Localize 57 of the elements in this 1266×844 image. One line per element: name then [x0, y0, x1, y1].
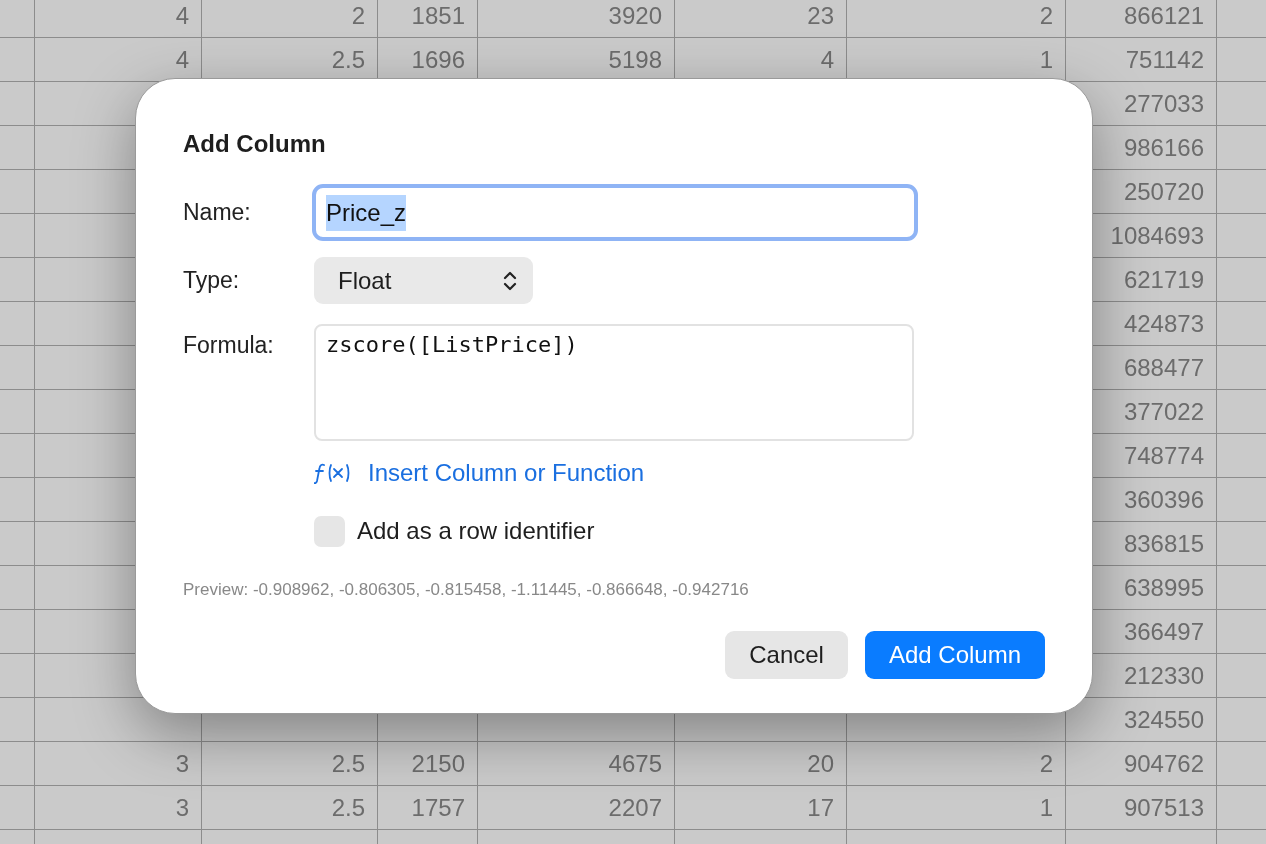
- table-cell-text: 904762: [1123, 748, 1205, 779]
- table-cell-text: 2.5: [331, 748, 366, 779]
- preview-text: Preview: -0.908962, -0.806305, -0.815458, -1.11445, -0.866648, -0.942716: [183, 579, 750, 601]
- table-cell-text: 2.5: [331, 44, 366, 75]
- table-cell-text: 2: [1039, 748, 1054, 779]
- table-cell-text: 4: [175, 44, 190, 75]
- table-cell-text: 1851: [411, 0, 466, 31]
- table-cell-text: 377022: [1123, 396, 1205, 427]
- table-cell-text: 3: [175, 748, 190, 779]
- table-cell-text: 1: [1039, 44, 1054, 75]
- table-cell-text: 688477: [1123, 352, 1205, 383]
- table-cell-text: 212330: [1123, 660, 1205, 691]
- table-cell-text: 748774: [1123, 440, 1205, 471]
- insert-column-link[interactable]: Insert Column or Function: [368, 455, 645, 491]
- row-identifier-checkbox[interactable]: [314, 515, 345, 547]
- table-cell-text: 23: [807, 0, 835, 31]
- table-cell-text: 5198: [608, 44, 663, 75]
- table-cell-text: 4675: [608, 748, 663, 779]
- table-cell-text: 2: [1039, 0, 1054, 31]
- type-dropdown[interactable]: Float: [314, 257, 533, 304]
- name-field[interactable]: Price_z: [312, 184, 918, 241]
- table-cell-text: 2207: [608, 792, 663, 823]
- table-cell-text: 20: [807, 748, 835, 779]
- table-cell-text: 1: [1039, 792, 1054, 823]
- table-cell-text: 1084693: [1110, 220, 1205, 251]
- table-cell-text: 751142: [1125, 44, 1205, 75]
- table-cell-text: 366497: [1123, 616, 1205, 647]
- table-cell-text: 3: [175, 792, 190, 823]
- table-cell-text: 2: [351, 0, 366, 31]
- table-cell-text: 250720: [1123, 176, 1205, 207]
- table-cell-text: 2.5: [331, 792, 366, 823]
- table-cell-text: 836815: [1123, 528, 1205, 559]
- table-cell-text: 4: [175, 0, 190, 31]
- chevron-up-down-icon: [503, 270, 517, 291]
- dialog-title: Add Column: [183, 129, 327, 159]
- add-column-button[interactable]: Add Column: [864, 630, 1045, 679]
- table-cell-text: 2150: [411, 748, 466, 779]
- table-cell-text: 277033: [1123, 88, 1205, 119]
- cancel-button[interactable]: Cancel: [725, 630, 848, 679]
- table-cell-text: 424873: [1123, 308, 1205, 339]
- formula-field[interactable]: zscore([ListPrice]): [314, 324, 914, 441]
- table-cell-text: 986166: [1123, 132, 1205, 163]
- table-cell-text: 3920: [608, 0, 663, 31]
- name-label: Name:: [183, 198, 252, 228]
- table-cell-text: 638995: [1123, 572, 1205, 603]
- table-cell-text: 1696: [411, 44, 466, 75]
- table-cell-text: 1757: [411, 792, 466, 823]
- table-cell-text: 360396: [1123, 484, 1205, 515]
- table-cell-text: 866121: [1123, 0, 1205, 31]
- table-cell-text: 4: [820, 44, 835, 75]
- table-cell-text: 324550: [1123, 704, 1205, 735]
- formula-label: Formula:: [183, 331, 275, 360]
- table-cell-text: 621719: [1123, 264, 1205, 295]
- table-cell-text: 907513: [1123, 792, 1205, 823]
- table-cell-text: 17: [807, 792, 835, 823]
- type-label: Type:: [183, 266, 241, 296]
- row-identifier-label: Add as a row identifier: [357, 516, 595, 546]
